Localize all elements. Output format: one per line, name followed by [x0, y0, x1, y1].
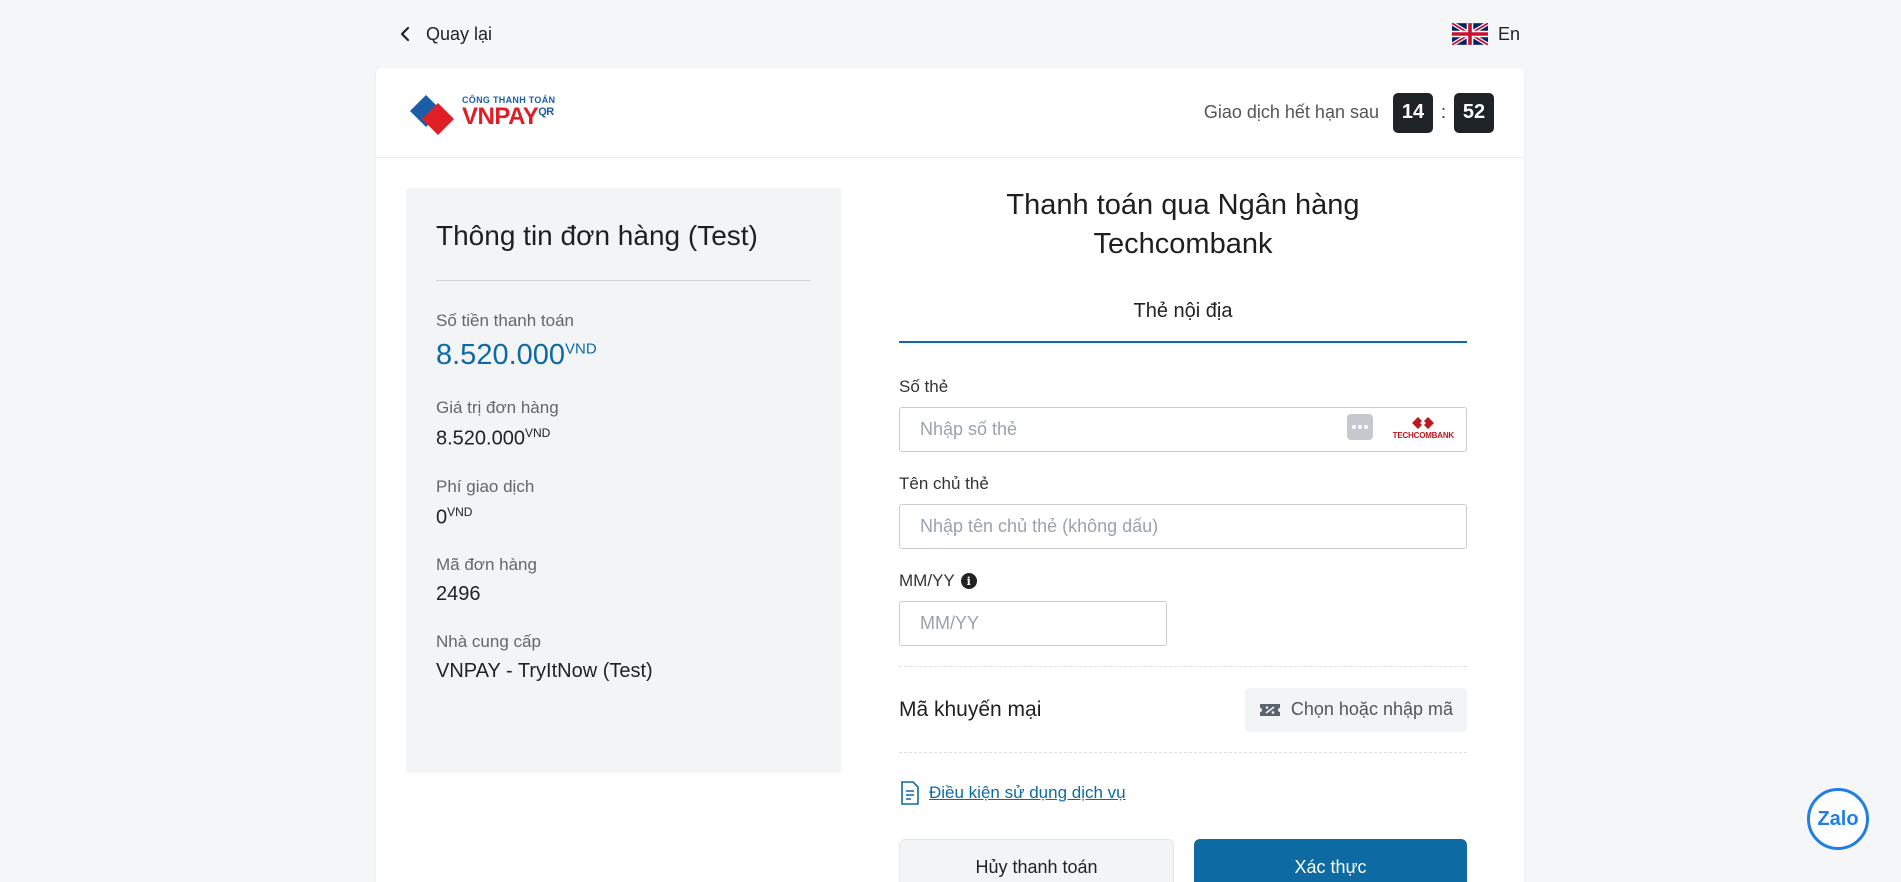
amount-value: 8.520.000	[436, 339, 566, 371]
zalo-chat-button[interactable]: Zalo	[1807, 788, 1869, 850]
provider-item: Nhà cung cấp VNPAY - TryItNow (Test)	[436, 632, 811, 683]
fee-currency: VND	[447, 504, 473, 519]
payment-title-line2: Techcombank	[1093, 228, 1273, 260]
promo-button[interactable]: Chọn hoặc nhập mã	[1244, 687, 1467, 732]
top-bar: Quay lại En	[376, 0, 1524, 68]
vnpay-mark-icon	[410, 94, 454, 135]
vnpay-logo: CỔNG THANH TOÁN VNPAYQR	[406, 91, 555, 135]
order-info-panel: Thông tin đơn hàng (Test) Số tiền thanh …	[406, 188, 841, 773]
timer-minutes: 14	[1392, 92, 1433, 133]
zalo-label: Zalo	[1817, 807, 1859, 830]
expiry-placeholder: MM/YY	[920, 613, 980, 633]
payment-card: CỔNG THANH TOÁN VNPAYQR Giao dịch hết hạ…	[376, 68, 1524, 882]
provider-label: Nhà cung cấp	[436, 632, 541, 652]
card-holder-input[interactable]: Nhập tên chủ thẻ (không dấu)	[899, 504, 1467, 549]
timer-seconds: 52	[1454, 92, 1494, 133]
back-label: Quay lại	[426, 23, 493, 44]
order-id-label: Mã đơn hàng	[436, 555, 537, 575]
timer-label: Giao dịch hết hạn sau	[1203, 102, 1379, 122]
promo-label: Mã khuyến mại	[899, 697, 1042, 721]
holder-label: Tên chủ thẻ	[899, 474, 989, 493]
uk-flag-icon	[1451, 23, 1488, 45]
back-button[interactable]: Quay lại	[396, 24, 492, 45]
card-number-placeholder: Nhập số thẻ	[920, 419, 1018, 439]
payment-title: Thanh toán qua Ngân hàng Techcombank	[899, 186, 1467, 264]
payment-title-line1: Thanh toán qua Ngân hàng	[1006, 189, 1360, 221]
info-icon[interactable]: i	[960, 573, 977, 589]
order-value-label: Giá trị đơn hàng	[436, 398, 559, 417]
language-switcher[interactable]: En	[1451, 23, 1520, 45]
amount-currency: VND	[565, 340, 597, 358]
expiry-input[interactable]: MM/YY	[899, 601, 1167, 646]
confirm-button[interactable]: Xác thực	[1194, 839, 1467, 882]
order-title: Thông tin đơn hàng (Test)	[436, 220, 758, 251]
timer-separator: :	[1440, 102, 1446, 122]
language-label: En	[1497, 23, 1520, 44]
fee-label: Phí giao dịch	[436, 476, 535, 496]
amount-label: Số tiền thanh toán	[436, 311, 575, 330]
chevron-left-icon	[400, 26, 410, 42]
promo-button-label: Chọn hoặc nhập mã	[1290, 699, 1453, 719]
payment-form: Thanh toán qua Ngân hàng Techcombank Thẻ…	[899, 186, 1467, 882]
card-header: CỔNG THANH TOÁN VNPAYQR Giao dịch hết hạ…	[376, 68, 1524, 158]
ticket-icon	[1259, 703, 1280, 716]
divider	[436, 280, 811, 281]
fee-value: 0	[436, 506, 448, 529]
techcombank-logo: TECHCOMBANK	[1393, 415, 1454, 440]
expiry-timer: Giao dịch hết hạn sau 14 : 52	[1203, 92, 1494, 133]
provider-value: VNPAY - TryItNow (Test)	[436, 660, 653, 683]
action-buttons: Hủy thanh toán Xác thực	[899, 839, 1467, 882]
order-id: 2496	[436, 583, 481, 606]
expiry-label: MM/YY i	[899, 571, 1467, 591]
tab-domestic-card[interactable]: Thẻ nội địa	[899, 300, 1467, 343]
holder-placeholder: Nhập tên chủ thẻ (không dấu)	[920, 516, 1159, 536]
logo-qr: QR	[538, 106, 554, 118]
order-value-item: Giá trị đơn hàng 8.520.000VND	[436, 398, 811, 451]
order-value: 8.520.000	[436, 427, 525, 450]
card-number-input[interactable]: Nhập số thẻ TECHCOMBANK	[899, 407, 1467, 452]
logo-wordmark: VNPAY	[462, 103, 539, 130]
terms-link[interactable]: Điều kiện sử dụng dịch vụ	[929, 783, 1126, 803]
fee-item: Phí giao dịch 0VND	[436, 477, 811, 530]
promo-row: Mã khuyến mại Chọn hoặc nhập mã	[899, 667, 1467, 753]
terms-row: Điều kiện sử dụng dịch vụ	[899, 781, 1467, 805]
techcombank-mark-icon	[1412, 416, 1435, 429]
document-icon	[901, 781, 919, 805]
card-number-label: Số thẻ	[899, 377, 949, 396]
more-icon[interactable]	[1346, 414, 1373, 440]
order-value-currency: VND	[524, 426, 551, 440]
amount-item: Số tiền thanh toán 8.520.000VND	[436, 311, 811, 372]
cancel-payment-button[interactable]: Hủy thanh toán	[899, 839, 1174, 882]
techcombank-text: TECHCOMBANK	[1392, 430, 1455, 440]
order-id-item: Mã đơn hàng 2496	[436, 555, 811, 606]
